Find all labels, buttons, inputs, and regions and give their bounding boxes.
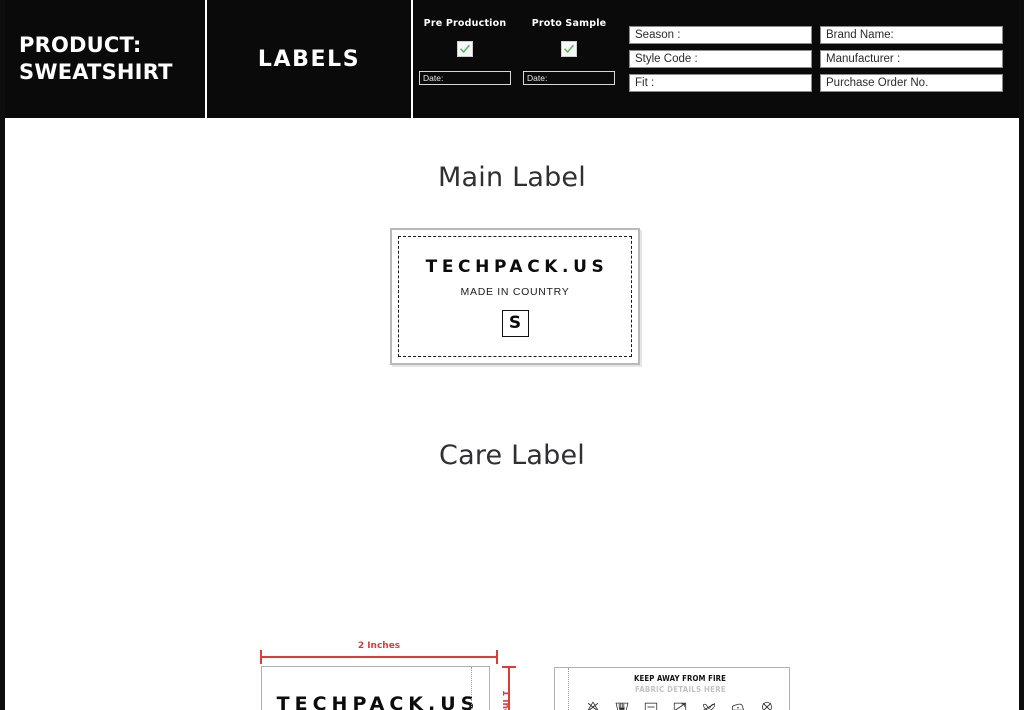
care-warning-text: KEEP AWAY FROM FIRE	[634, 674, 726, 683]
approval-proto-sample: Proto Sample Date:	[521, 18, 617, 85]
product-title: PRODUCT: SWEATSHIRT	[19, 33, 173, 84]
do-not-dry-clean-icon	[761, 701, 773, 710]
care-symbol: DO NOT WRING	[698, 701, 720, 710]
care-symbol: HAND WASH	[611, 701, 633, 710]
proto-sample-checkbox[interactable]	[561, 41, 577, 57]
fold-line-icon	[471, 667, 472, 710]
width-dimension-label: 2 Inches	[357, 641, 401, 651]
approval-proto-sample-label: Proto Sample	[531, 18, 607, 29]
fit-field[interactable]: Fit :	[629, 74, 812, 92]
iron-low-icon	[732, 703, 744, 710]
page-header: PRODUCT: SWEATSHIRT LABELS Pre Productio…	[5, 0, 1019, 118]
product-cell: PRODUCT: SWEATSHIRT	[5, 0, 205, 118]
care-symbol: DO NOT TUMBLE DRY	[669, 701, 691, 710]
care-symbols-row: DO NOT BLEACH HAND WASH	[582, 701, 778, 710]
brand-name-field[interactable]: Brand Name:	[820, 26, 1003, 44]
main-label-artwork: TECHPACK.US MADE IN COUNTRY S	[390, 228, 640, 365]
care-label-front-brand: TECHPACK.US	[276, 693, 480, 710]
season-field[interactable]: Season :	[629, 26, 812, 44]
care-label-back-content: KEEP AWAY FROM FIRE FABRIC DETAILS HERE …	[575, 668, 785, 710]
meta-column-left: Season : Style Code : Fit :	[629, 26, 812, 92]
care-symbol: DO NOT DRY CLEAN	[756, 701, 778, 710]
main-label-heading: Main Label	[438, 162, 586, 193]
main-label-inner-border: TECHPACK.US MADE IN COUNTRY S	[398, 236, 632, 357]
care-label-front-artwork: TECHPACK.US	[261, 666, 490, 710]
pre-production-date-field[interactable]: Date:	[419, 71, 511, 85]
fabric-details-placeholder: FABRIC DETAILS HERE	[634, 685, 726, 694]
proto-sample-date-field[interactable]: Date:	[523, 71, 615, 85]
section-cell: LABELS	[207, 0, 411, 118]
care-label-back-artwork: KEEP AWAY FROM FIRE FABRIC DETAILS HERE …	[554, 667, 790, 710]
height-dimension-label: 1 inch	[500, 690, 510, 710]
main-label-size-box: S	[501, 309, 529, 337]
care-symbol: IRON LOW	[727, 701, 749, 710]
check-icon	[564, 44, 574, 53]
approval-pre-production: Pre Production Date:	[417, 18, 513, 85]
style-code-field[interactable]: Style Code :	[629, 50, 812, 68]
dry-flat-icon	[644, 702, 658, 710]
do-not-tumble-dry-icon	[673, 702, 687, 710]
fold-line-icon	[568, 668, 569, 710]
care-symbol: DO NOT BLEACH	[582, 701, 604, 710]
approvals-cell: Pre Production Date: Proto Sample Date:	[413, 0, 621, 118]
purchase-order-field[interactable]: Purchase Order No.	[820, 74, 1003, 92]
pre-production-checkbox[interactable]	[457, 41, 473, 57]
main-label-origin: MADE IN COUNTRY	[460, 285, 570, 298]
do-not-bleach-icon	[587, 701, 599, 710]
page-title: LABELS	[257, 46, 361, 72]
care-label-heading: Care Label	[439, 440, 585, 471]
meta-column-right: Brand Name: Manufacturer : Purchase Orde…	[820, 26, 1003, 92]
manufacturer-field[interactable]: Manufacturer :	[820, 50, 1003, 68]
page-body: Main Label TECHPACK.US MADE IN COUNTRY S…	[5, 118, 1019, 710]
do-not-wring-icon	[703, 703, 716, 710]
approval-pre-production-label: Pre Production	[423, 18, 507, 29]
meta-cell: Season : Style Code : Fit : Brand Name: …	[621, 0, 1019, 118]
tech-pack-page: PRODUCT: SWEATSHIRT LABELS Pre Productio…	[0, 0, 1024, 710]
width-dimension-line	[260, 650, 498, 664]
check-icon	[460, 44, 470, 53]
care-symbol: DRY FLAT	[640, 701, 662, 710]
main-label-brand: TECHPACK.US	[425, 256, 609, 277]
hand-wash-icon	[615, 702, 629, 710]
